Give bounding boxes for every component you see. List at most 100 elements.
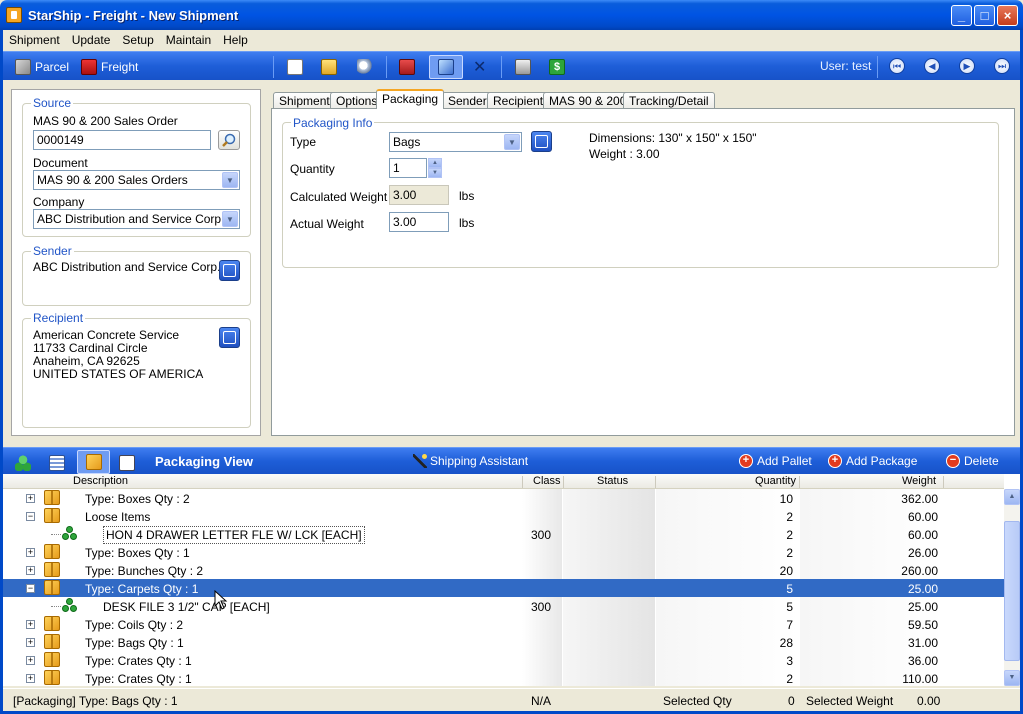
collapse-icon[interactable]: − (26, 584, 35, 593)
next-record-icon[interactable]: ▶ (959, 58, 975, 74)
dimensions-text: Dimensions: 130" x 150" x 150" (589, 131, 757, 145)
expand-icon[interactable]: + (26, 494, 35, 503)
column-divider[interactable] (799, 476, 800, 488)
new-button[interactable] (287, 56, 307, 78)
table-row[interactable]: + Type: Bags Qty : 1 28 31.00 (3, 633, 1004, 651)
column-description[interactable]: Description (73, 475, 128, 487)
rate-button[interactable]: $ (549, 56, 569, 78)
minimize-button[interactable]: _ (951, 5, 972, 26)
stepper-up-icon[interactable]: ▲ (428, 158, 442, 168)
table-row[interactable]: + Type: Bunches Qty : 2 20 260.00 (3, 561, 1004, 579)
column-divider[interactable] (563, 476, 564, 488)
expand-icon[interactable]: + (26, 566, 35, 575)
scroll-thumb[interactable] (1004, 521, 1020, 661)
table-row[interactable]: HON 4 DRAWER LETTER FLE W/ LCK [EACH] 300… (3, 525, 1004, 544)
table-row[interactable]: − Loose Items 2 60.00 (3, 507, 1004, 525)
sender-edit-button[interactable] (219, 260, 240, 281)
print-button[interactable] (515, 56, 535, 78)
table-row[interactable]: DESK FILE 3 1/2" CAP [EACH] 300 5 25.00 (3, 597, 1004, 615)
status-current-package: [Packaging] Type: Bags Qty : 1 (13, 694, 178, 708)
shipping-assistant-button[interactable]: Shipping Assistant (413, 454, 528, 468)
expand-icon[interactable]: + (26, 656, 35, 665)
packaging-view-button[interactable] (77, 450, 110, 474)
parcel-button[interactable]: Parcel (15, 56, 69, 78)
tab-mas90[interactable]: MAS 90 & 200 (543, 92, 633, 109)
expand-icon[interactable]: + (26, 638, 35, 647)
remove-circle-icon: − (946, 454, 960, 468)
add-circle-icon: + (828, 454, 842, 468)
expand-icon[interactable]: + (26, 620, 35, 629)
tab-shipment[interactable]: Shipment (273, 92, 336, 109)
ship-process-icon (438, 59, 454, 75)
main-toolbar: Parcel Freight ✕ $ User: test ⏮ ◀ ▶ ⏭ (3, 51, 1020, 80)
column-divider[interactable] (655, 476, 656, 488)
package-box-icon (44, 634, 60, 649)
package-type-select[interactable]: Bags ▼ (389, 132, 522, 152)
first-record-icon[interactable]: ⏮ (889, 58, 905, 74)
column-status[interactable]: Status (597, 475, 628, 487)
document-select[interactable]: MAS 90 & 200 Sales Orders ▼ (33, 170, 240, 190)
packaging-view-toolbar: Packaging View Shipping Assistant + Add … (3, 447, 1020, 474)
scroll-up-icon[interactable]: ▲ (1004, 489, 1020, 505)
freight-button[interactable]: Freight (81, 56, 138, 78)
open-button[interactable] (321, 56, 341, 78)
quantity-stepper[interactable]: ▲ ▼ (428, 158, 442, 178)
find-button[interactable] (357, 56, 377, 78)
column-quantity[interactable]: Quantity (755, 475, 796, 487)
actual-weight-unit: lbs (459, 216, 475, 230)
row-quantity: 7 (786, 618, 793, 632)
table-row[interactable]: + Type: Coils Qty : 2 7 59.50 (3, 615, 1004, 633)
menu-update[interactable]: Update (66, 30, 117, 50)
stepper-down-icon[interactable]: ▼ (428, 168, 442, 178)
menu-shipment[interactable]: Shipment (3, 30, 66, 50)
add-pallet-button[interactable]: + Add Pallet (739, 454, 812, 468)
order-number-field[interactable]: 0000149 (33, 130, 211, 150)
menu-setup[interactable]: Setup (116, 30, 159, 50)
new-document-icon (287, 59, 303, 75)
expand-icon[interactable]: + (26, 548, 35, 557)
menu-help[interactable]: Help (217, 30, 254, 50)
column-weight[interactable]: Weight (902, 475, 936, 487)
menu-maintain[interactable]: Maintain (160, 30, 217, 50)
recipient-edit-button[interactable] (219, 327, 240, 348)
company-select[interactable]: ABC Distribution and Service Corp. ▼ (33, 209, 240, 229)
tab-tracking-detail[interactable]: Tracking/Detail (623, 92, 715, 109)
save-button[interactable] (399, 56, 419, 78)
actual-weight-field[interactable]: 3.00 (389, 212, 449, 232)
vertical-scrollbar[interactable]: ▲ ▼ (1004, 489, 1020, 686)
column-divider[interactable] (522, 476, 523, 488)
table-row[interactable]: + Type: Crates Qty : 1 3 36.00 (3, 651, 1004, 669)
close-button[interactable]: × (997, 5, 1018, 26)
column-class[interactable]: Class (533, 475, 561, 487)
grid-header: Description Class Status Quantity Weight (3, 474, 1004, 489)
order-lookup-button[interactable] (218, 130, 240, 150)
table-row[interactable]: − Type: Carpets Qty : 1 5 25.00 (3, 579, 1004, 597)
previous-record-icon[interactable]: ◀ (924, 58, 940, 74)
add-package-button[interactable]: + Add Package (828, 454, 917, 468)
tab-sender[interactable]: Sender (442, 92, 493, 109)
chevron-down-icon[interactable]: ▼ (222, 172, 238, 188)
row-description: Type: Carpets Qty : 1 (85, 582, 199, 596)
table-row[interactable]: + Type: Boxes Qty : 1 2 26.00 (3, 543, 1004, 561)
void-button[interactable]: ✕ (473, 56, 486, 78)
collapse-icon[interactable]: − (26, 512, 35, 521)
column-divider[interactable] (943, 476, 944, 488)
tab-recipient[interactable]: Recipient (487, 92, 550, 109)
scroll-down-icon[interactable]: ▼ (1004, 670, 1020, 686)
tab-packaging[interactable]: Packaging (376, 89, 445, 109)
quantity-field[interactable]: 1 (389, 158, 427, 178)
maximize-button[interactable]: □ (974, 5, 995, 26)
list-view-button[interactable] (49, 452, 69, 474)
chevron-down-icon[interactable]: ▼ (504, 134, 520, 150)
chevron-down-icon[interactable]: ▼ (222, 211, 238, 227)
table-row[interactable]: + Type: Crates Qty : 1 2 110.00 (3, 669, 1004, 686)
table-row[interactable]: + Type: Boxes Qty : 2 10 362.00 (3, 489, 1004, 507)
delete-button[interactable]: − Delete (946, 454, 999, 468)
toolbar-separator (386, 56, 387, 78)
package-type-edit-button[interactable] (531, 131, 552, 152)
tree-view-button[interactable] (15, 452, 35, 474)
ship-button[interactable] (429, 55, 463, 79)
documents-view-button[interactable] (119, 452, 139, 474)
last-record-icon[interactable]: ⏭ (994, 58, 1010, 74)
expand-icon[interactable]: + (26, 674, 35, 683)
